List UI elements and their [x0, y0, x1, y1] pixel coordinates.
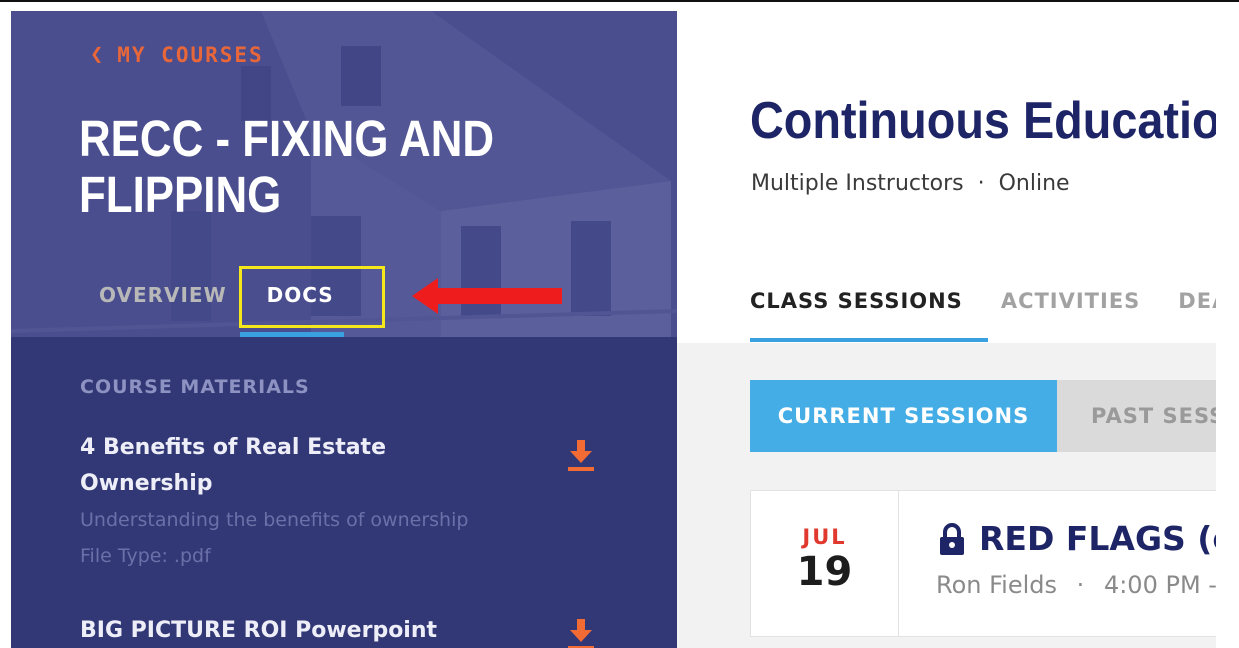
material-file-type: File Type: .pdf — [80, 545, 211, 567]
download-icon[interactable] — [568, 440, 594, 472]
course-sidebar: ❮ MY COURSES RECC - FIXING AND FLIPPING … — [11, 11, 677, 648]
course-materials-heading: COURSE MATERIALS — [80, 376, 310, 398]
active-main-tab-indicator — [750, 338, 988, 342]
session-meta-separator: · — [1076, 571, 1085, 599]
tab-activities[interactable]: ACTIVITIES — [1001, 289, 1140, 313]
top-border — [0, 0, 1239, 2]
session-title-text: RED FLAGS (co — [979, 519, 1216, 558]
material-title[interactable]: 4 Benefits of Real Estate Ownership — [80, 430, 480, 502]
material-description: Understanding the benefits of ownership — [80, 509, 469, 531]
material-title[interactable]: BIG PICTURE ROI Powerpoint — [80, 613, 480, 648]
session-time: 4:00 PM - — [1103, 571, 1216, 599]
session-date: JUL 19 — [751, 491, 899, 636]
material-item: BIG PICTURE ROI Powerpoint — [80, 613, 600, 648]
session-month: JUL — [802, 525, 847, 549]
arrow-left-icon — [412, 278, 562, 314]
page-title: Continuous Education — [750, 92, 1216, 150]
past-sessions-button[interactable]: PAST SESS — [1057, 380, 1216, 452]
docs-highlight-annotation — [239, 266, 385, 328]
material-item: 4 Benefits of Real Estate Ownership Unde… — [80, 430, 600, 574]
instructors-label: Multiple Instructors — [751, 171, 964, 196]
session-filter: CURRENT SESSIONS PAST SESS — [750, 380, 1216, 452]
back-link-label: MY COURSES — [117, 42, 264, 67]
chevron-left-icon: ❮ — [90, 42, 106, 67]
meta-separator: · — [977, 171, 985, 196]
download-icon[interactable] — [568, 619, 594, 648]
course-title: RECC - FIXING AND FLIPPING — [79, 110, 495, 223]
session-meta: Ron Fields · 4:00 PM - — [936, 571, 1216, 599]
location-label: Online — [998, 171, 1070, 196]
course-meta: Multiple Instructors · Online — [751, 171, 1070, 196]
main-tabs: CLASS SESSIONS ACTIVITIES DEA — [750, 289, 1216, 313]
tab-class-sessions[interactable]: CLASS SESSIONS — [750, 289, 963, 313]
session-day: 19 — [796, 549, 853, 595]
main-content: Continuous Education Multiple Instructor… — [677, 11, 1216, 648]
lock-icon — [940, 522, 964, 555]
session-title: RED FLAGS (co — [939, 519, 1216, 558]
current-sessions-button[interactable]: CURRENT SESSIONS — [750, 380, 1057, 452]
tab-overview[interactable]: OVERVIEW — [99, 283, 227, 307]
tab-dea[interactable]: DEA — [1178, 289, 1216, 313]
session-instructor: Ron Fields — [936, 571, 1058, 599]
session-card[interactable]: JUL 19 RED FLAGS (co Ron Fields · 4:00 P… — [750, 490, 1216, 637]
course-title-line2: FLIPPING — [79, 166, 282, 223]
course-title-line1: RECC - FIXING AND — [79, 110, 495, 167]
back-to-courses-link[interactable]: ❮ MY COURSES — [90, 42, 264, 67]
active-tab-indicator — [240, 332, 344, 337]
